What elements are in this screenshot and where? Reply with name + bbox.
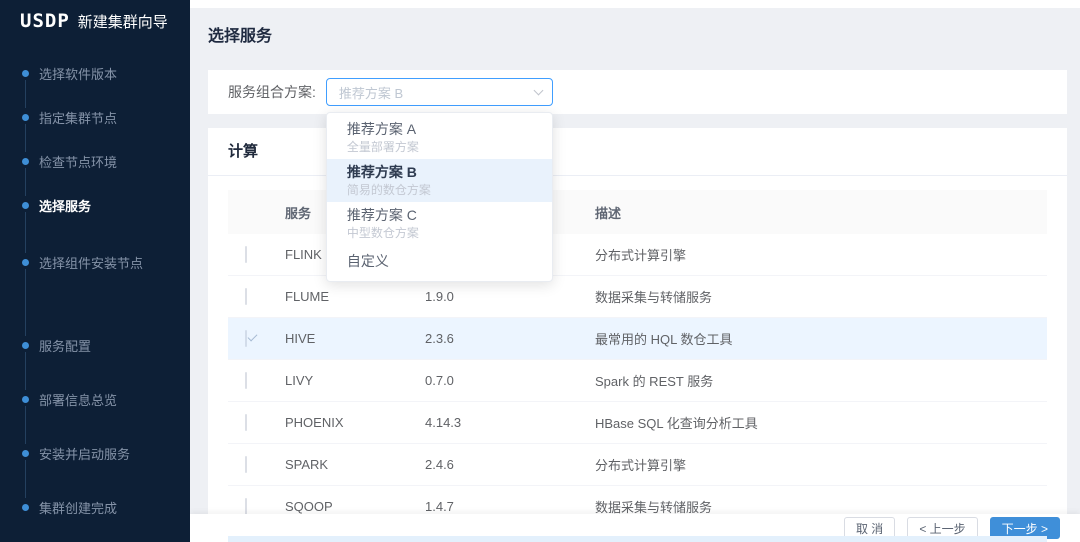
service-desc: 最常用的 HQL 数仓工具 (585, 329, 1047, 348)
table-row-hive: HIVE 2.3.6 最常用的 HQL 数仓工具 (228, 318, 1047, 360)
step-deploy-overview[interactable]: 部署信息总览 (22, 390, 190, 408)
option-subtitle: 简易的数仓方案 (347, 182, 532, 198)
dropdown-option-custom[interactable]: 自定义 (327, 245, 552, 278)
service-plan-label: 服务组合方案: (228, 82, 316, 102)
service-plan-dropdown: 推荐方案 A 全量部署方案 推荐方案 B 简易的数仓方案 推荐方案 C 中型数仓… (326, 112, 553, 282)
service-name: PHOENIX (275, 415, 415, 430)
step-select-services[interactable]: 选择服务 (22, 196, 190, 214)
wizard-steps: 选择软件版本 指定集群节点 检查节点环境 选择服务 选择组件安装节点 服务配置 … (0, 64, 190, 516)
service-version: 2.3.6 (415, 331, 585, 346)
service-desc: 分布式计算引擎 (585, 245, 1047, 264)
service-desc: 分布式计算引擎 (585, 455, 1047, 474)
option-subtitle: 中型数仓方案 (347, 225, 532, 241)
step-dot-icon (22, 342, 29, 349)
step-dot-icon (22, 259, 29, 266)
service-plan-bar: 服务组合方案: 推荐方案 B 推荐方案 A 全量部署方案 推荐方案 B 简易的数… (208, 70, 1067, 114)
service-name: SQOOP (275, 499, 415, 514)
step-label: 选择服务 (39, 196, 91, 215)
table-row-flume: FLUME 1.9.0 数据采集与转储服务 (228, 276, 1047, 318)
step-dot-icon (22, 450, 29, 457)
step-dot-icon (22, 114, 29, 121)
usdp-logo: USDP (20, 10, 70, 32)
dropdown-option-plan-c[interactable]: 推荐方案 C 中型数仓方案 (327, 202, 552, 245)
step-dot-icon (22, 202, 29, 209)
header-desc: 描述 (585, 203, 1047, 222)
step-label: 指定集群节点 (39, 108, 117, 127)
option-title: 推荐方案 A (347, 120, 532, 139)
step-label: 服务配置 (39, 336, 91, 355)
step-service-config[interactable]: 服务配置 (22, 336, 190, 354)
top-bar (190, 0, 1080, 8)
step-label: 选择组件安装节点 (39, 253, 143, 272)
service-plan-select[interactable]: 推荐方案 B 推荐方案 A 全量部署方案 推荐方案 B 简易的数仓方案 推荐方案… (326, 78, 553, 106)
step-dot-icon (22, 70, 29, 77)
step-install-start-services[interactable]: 安装并启动服务 (22, 444, 190, 462)
step-cluster-created[interactable]: 集群创建完成 (22, 498, 190, 516)
checkbox-phoenix[interactable] (245, 414, 247, 431)
option-title: 自定义 (347, 252, 532, 271)
checkbox-hive-checked (245, 330, 247, 347)
chevron-down-icon (533, 85, 543, 95)
service-version: 2.4.6 (415, 457, 585, 472)
step-label: 安装并启动服务 (39, 444, 130, 463)
service-name: SPARK (275, 457, 415, 472)
page-title: 选择服务 (208, 22, 272, 46)
option-title: 推荐方案 C (347, 206, 532, 225)
checkbox-flume[interactable] (245, 288, 247, 305)
service-version: 1.4.7 (415, 499, 585, 514)
step-check-node-environment[interactable]: 检查节点环境 (22, 152, 190, 170)
brand: USDP 新建集群向导 (0, 0, 190, 32)
step-specify-cluster-nodes[interactable]: 指定集群节点 (22, 108, 190, 126)
wizard-title: 新建集群向导 (78, 11, 168, 32)
service-version: 4.14.3 (415, 415, 585, 430)
checkbox-spark[interactable] (245, 456, 247, 473)
wizard-sidebar: USDP 新建集群向导 选择软件版本 指定集群节点 检查节点环境 选择服务 选择… (0, 0, 190, 542)
main-content: 选择服务 服务组合方案: 推荐方案 B 推荐方案 A 全量部署方案 推荐方案 B… (190, 0, 1080, 542)
service-plan-select-value: 推荐方案 B (339, 83, 403, 102)
option-subtitle: 全量部署方案 (347, 139, 532, 155)
dropdown-option-plan-b[interactable]: 推荐方案 B 简易的数仓方案 (327, 159, 552, 202)
service-name: FLUME (275, 289, 415, 304)
service-name: LIVY (275, 373, 415, 388)
service-version: 0.7.0 (415, 373, 585, 388)
dropdown-option-plan-a[interactable]: 推荐方案 A 全量部署方案 (327, 116, 552, 159)
checkbox-sqoop[interactable] (245, 498, 247, 515)
step-dot-icon (22, 504, 29, 511)
step-label: 检查节点环境 (39, 152, 117, 171)
step-label: 集群创建完成 (39, 498, 117, 517)
table-row-livy: LIVY 0.7.0 Spark 的 REST 服务 (228, 360, 1047, 402)
step-dot-icon (22, 396, 29, 403)
service-desc: HBase SQL 化查询分析工具 (585, 413, 1047, 432)
step-label: 选择软件版本 (39, 64, 117, 83)
step-label: 部署信息总览 (39, 390, 117, 409)
step-select-software-version[interactable]: 选择软件版本 (22, 64, 190, 82)
service-name: HIVE (275, 331, 415, 346)
step-dot-icon (22, 158, 29, 165)
highlighted-row-peek (228, 536, 1047, 542)
table-row-phoenix: PHOENIX 4.14.3 HBase SQL 化查询分析工具 (228, 402, 1047, 444)
checkbox-livy[interactable] (245, 372, 247, 389)
step-select-component-nodes[interactable]: 选择组件安装节点 (22, 253, 190, 271)
table-row-spark: SPARK 2.4.6 分布式计算引擎 (228, 444, 1047, 486)
service-version: 1.9.0 (415, 289, 585, 304)
checkbox-flink[interactable] (245, 246, 247, 263)
service-desc: Spark 的 REST 服务 (585, 371, 1047, 390)
option-title: 推荐方案 B (347, 163, 532, 182)
service-desc: 数据采集与转储服务 (585, 287, 1047, 306)
